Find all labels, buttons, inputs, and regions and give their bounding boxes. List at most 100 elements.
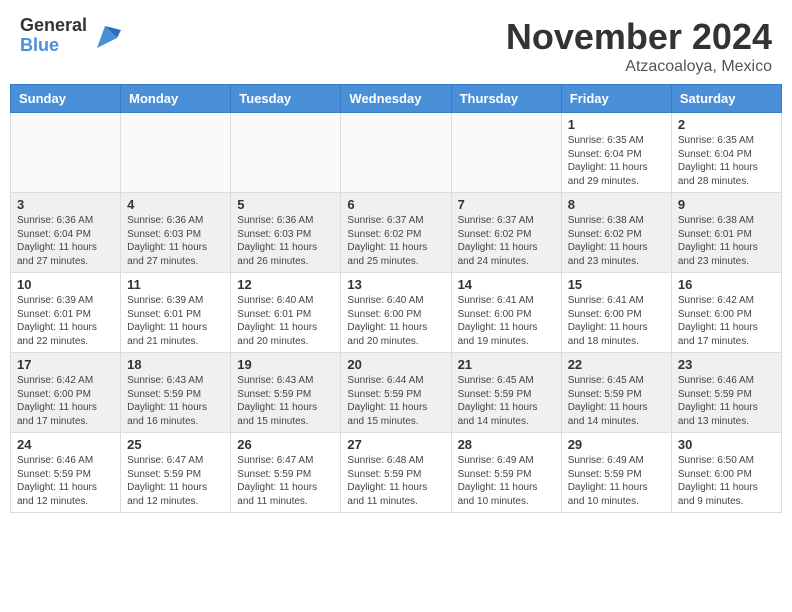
day-number: 11 [127,277,224,292]
logo-blue: Blue [20,36,87,56]
day-number: 9 [678,197,775,212]
table-row: 10 Sunrise: 6:39 AM Sunset: 6:01 PM Dayli… [11,273,121,353]
day-number: 17 [17,357,114,372]
day-number: 15 [568,277,665,292]
day-number: 20 [347,357,444,372]
table-row: 20 Sunrise: 6:44 AM Sunset: 5:59 PM Dayli… [341,353,451,433]
table-row: 14 Sunrise: 6:41 AM Sunset: 6:00 PM Dayli… [451,273,561,353]
day-info: Sunrise: 6:38 AM Sunset: 6:02 PM Dayligh… [568,214,665,268]
day-number: 28 [458,437,555,452]
day-info: Sunrise: 6:40 AM Sunset: 6:00 PM Dayligh… [347,294,444,348]
day-info: Sunrise: 6:37 AM Sunset: 6:02 PM Dayligh… [458,214,555,268]
table-row: 12 Sunrise: 6:40 AM Sunset: 6:01 PM Dayli… [231,273,341,353]
day-info: Sunrise: 6:41 AM Sunset: 6:00 PM Dayligh… [568,294,665,348]
day-number: 10 [17,277,114,292]
table-row: 19 Sunrise: 6:43 AM Sunset: 5:59 PM Dayli… [231,353,341,433]
calendar: Sunday Monday Tuesday Wednesday Thursday… [10,84,782,513]
day-number: 13 [347,277,444,292]
day-number: 19 [237,357,334,372]
table-row: 9 Sunrise: 6:38 AM Sunset: 6:01 PM Daylig… [671,193,781,273]
day-number: 21 [458,357,555,372]
table-row: 6 Sunrise: 6:37 AM Sunset: 6:02 PM Daylig… [341,193,451,273]
day-info: Sunrise: 6:45 AM Sunset: 5:59 PM Dayligh… [568,374,665,428]
day-info: Sunrise: 6:47 AM Sunset: 5:59 PM Dayligh… [237,454,334,508]
day-info: Sunrise: 6:39 AM Sunset: 6:01 PM Dayligh… [17,294,114,348]
table-row: 28 Sunrise: 6:49 AM Sunset: 5:59 PM Dayli… [451,433,561,513]
table-row [231,113,341,193]
day-number: 4 [127,197,224,212]
table-row: 18Sunrise: 6:43 AM Sunset: 5:59 PM Dayli… [121,353,231,433]
logo-icon [89,20,121,52]
day-number: 6 [347,197,444,212]
day-number: 23 [678,357,775,372]
col-sunday: Sunday [11,85,121,113]
day-info: Sunrise: 6:35 AM Sunset: 6:04 PM Dayligh… [568,134,665,188]
day-info: Sunrise: 6:50 AM Sunset: 6:00 PM Dayligh… [678,454,775,508]
day-info: Sunrise: 6:41 AM Sunset: 6:00 PM Dayligh… [458,294,555,348]
col-thursday: Thursday [451,85,561,113]
day-number: 8 [568,197,665,212]
day-number: 26 [237,437,334,452]
table-row: 30Sunrise: 6:50 AM Sunset: 6:00 PM Dayli… [671,433,781,513]
logo: General Blue [20,16,121,56]
table-row: 16Sunrise: 6:42 AM Sunset: 6:00 PM Dayli… [671,273,781,353]
day-info: Sunrise: 6:35 AM Sunset: 6:04 PM Dayligh… [678,134,775,188]
col-friday: Friday [561,85,671,113]
table-row: 11 Sunrise: 6:39 AM Sunset: 6:01 PM Dayli… [121,273,231,353]
table-row: 1 Sunrise: 6:35 AM Sunset: 6:04 PM Daylig… [561,113,671,193]
col-monday: Monday [121,85,231,113]
day-number: 14 [458,277,555,292]
day-info: Sunrise: 6:49 AM Sunset: 5:59 PM Dayligh… [458,454,555,508]
day-number: 5 [237,197,334,212]
day-number: 18 [127,357,224,372]
table-row [451,113,561,193]
day-number: 29 [568,437,665,452]
day-number: 16 [678,277,775,292]
day-number: 2 [678,117,775,132]
table-row: 15 Sunrise: 6:41 AM Sunset: 6:00 PM Dayli… [561,273,671,353]
day-info: Sunrise: 6:38 AM Sunset: 6:01 PM Dayligh… [678,214,775,268]
day-number: 25 [127,437,224,452]
day-number: 3 [17,197,114,212]
calendar-header-row: Sunday Monday Tuesday Wednesday Thursday… [11,85,782,113]
day-number: 12 [237,277,334,292]
table-row: 4Sunrise: 6:36 AM Sunset: 6:03 PM Daylig… [121,193,231,273]
month-title: November 2024 [506,16,772,58]
table-row: 23 Sunrise: 6:46 AM Sunset: 5:59 PM Dayli… [671,353,781,433]
table-row [11,113,121,193]
calendar-week-row: 10 Sunrise: 6:39 AM Sunset: 6:01 PM Dayli… [11,273,782,353]
day-info: Sunrise: 6:48 AM Sunset: 5:59 PM Dayligh… [347,454,444,508]
table-row: 27Sunrise: 6:48 AM Sunset: 5:59 PM Dayli… [341,433,451,513]
day-info: Sunrise: 6:43 AM Sunset: 5:59 PM Dayligh… [237,374,334,428]
day-info: Sunrise: 6:39 AM Sunset: 6:01 PM Dayligh… [127,294,224,348]
day-number: 24 [17,437,114,452]
day-info: Sunrise: 6:37 AM Sunset: 6:02 PM Dayligh… [347,214,444,268]
day-info: Sunrise: 6:46 AM Sunset: 5:59 PM Dayligh… [678,374,775,428]
table-row: 26 Sunrise: 6:47 AM Sunset: 5:59 PM Dayli… [231,433,341,513]
table-row [341,113,451,193]
table-row: 2 Sunrise: 6:35 AM Sunset: 6:04 PM Daylig… [671,113,781,193]
day-info: Sunrise: 6:36 AM Sunset: 6:03 PM Dayligh… [237,214,334,268]
day-info: Sunrise: 6:40 AM Sunset: 6:01 PM Dayligh… [237,294,334,348]
day-info: Sunrise: 6:45 AM Sunset: 5:59 PM Dayligh… [458,374,555,428]
table-row: 5 Sunrise: 6:36 AM Sunset: 6:03 PM Daylig… [231,193,341,273]
logo-general: General [20,16,87,36]
col-wednesday: Wednesday [341,85,451,113]
table-row: 25Sunrise: 6:47 AM Sunset: 5:59 PM Dayli… [121,433,231,513]
table-row: 7Sunrise: 6:37 AM Sunset: 6:02 PM Daylig… [451,193,561,273]
page-container: General Blue November 2024 Atzacoaloya, … [0,0,792,513]
table-row: 13 Sunrise: 6:40 AM Sunset: 6:00 PM Dayli… [341,273,451,353]
logo-text: General Blue [20,16,87,56]
table-row: 29Sunrise: 6:49 AM Sunset: 5:59 PM Dayli… [561,433,671,513]
day-info: Sunrise: 6:46 AM Sunset: 5:59 PM Dayligh… [17,454,114,508]
table-row: 8 Sunrise: 6:38 AM Sunset: 6:02 PM Daylig… [561,193,671,273]
table-row [121,113,231,193]
calendar-week-row: 3Sunrise: 6:36 AM Sunset: 6:04 PM Daylig… [11,193,782,273]
header: General Blue November 2024 Atzacoaloya, … [0,0,792,84]
table-row: 21 Sunrise: 6:45 AM Sunset: 5:59 PM Dayli… [451,353,561,433]
day-info: Sunrise: 6:42 AM Sunset: 6:00 PM Dayligh… [17,374,114,428]
day-info: Sunrise: 6:44 AM Sunset: 5:59 PM Dayligh… [347,374,444,428]
table-row: 17 Sunrise: 6:42 AM Sunset: 6:00 PM Dayli… [11,353,121,433]
day-number: 1 [568,117,665,132]
col-saturday: Saturday [671,85,781,113]
